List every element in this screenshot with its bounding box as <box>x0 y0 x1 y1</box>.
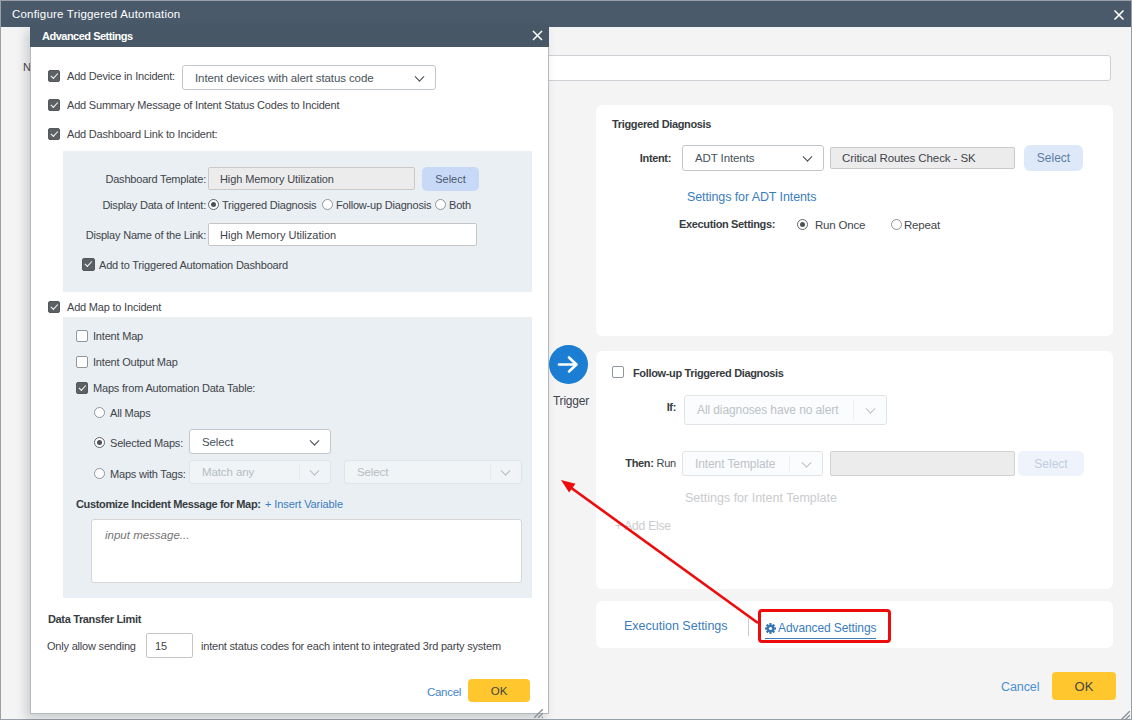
add-map-checkbox[interactable] <box>48 301 60 313</box>
chevron-down-icon <box>803 152 813 162</box>
add-device-label: Add Device in Incident: <box>67 70 175 82</box>
triggered-diagnosis-card: Triggered Diagnosis Intent: ADT Intents … <box>596 105 1113 336</box>
limit-suffix-label: intent status codes for each intent to i… <box>201 640 501 652</box>
all-maps-label: All Maps <box>110 407 151 419</box>
intent-map-checkbox[interactable] <box>76 330 88 342</box>
triggered-diagnosis-heading: Triggered Diagnosis <box>612 118 711 130</box>
intent-type-dropdown[interactable]: ADT Intents <box>682 145 824 171</box>
display-data-triggered-label: Triggered Diagnosis <box>222 199 316 211</box>
add-map-label: Add Map to Incident <box>67 301 161 313</box>
dialog-ok-button[interactable]: OK <box>468 679 530 702</box>
selected-maps-dropdown[interactable]: Select <box>189 429 331 454</box>
annotation-arrow <box>553 473 768 628</box>
dashboard-template-select-button[interactable]: Select <box>422 167 479 191</box>
display-data-label: Display Data of Intent: <box>102 199 206 211</box>
selected-maps-radio[interactable] <box>94 437 105 448</box>
then-run-label: Run <box>656 457 676 469</box>
display-data-followup-label: Follow-up Diagnosis <box>336 199 431 211</box>
dashboard-template-field: High Memory Utilization <box>208 167 415 190</box>
display-data-both-radio[interactable] <box>435 199 446 210</box>
all-maps-radio[interactable] <box>94 407 105 418</box>
if-label: If: <box>667 401 676 413</box>
if-condition-dropdown[interactable]: All diagnoses have no alert <box>684 395 887 425</box>
dialog-close-icon[interactable] <box>532 30 543 41</box>
chevron-down-icon <box>310 466 320 476</box>
limit-value-input[interactable] <box>146 633 193 658</box>
dialog-resize-grip[interactable] <box>534 704 543 713</box>
add-to-dashboard-checkbox[interactable] <box>82 258 95 271</box>
dashboard-link-panel: Dashboard Template: High Memory Utilizat… <box>63 151 532 292</box>
tags-select-dropdown[interactable]: Select <box>344 460 522 484</box>
dialog-cancel-link[interactable]: Cancel <box>427 686 461 698</box>
incident-message-textarea[interactable] <box>91 519 522 583</box>
main-titlebar: Configure Triggered Automation <box>1 1 1131 27</box>
add-device-checkbox[interactable] <box>48 70 60 82</box>
add-dashboard-link-checkbox[interactable] <box>48 128 60 140</box>
selected-maps-label: Selected Maps: <box>110 437 183 449</box>
intent-output-map-checkbox[interactable] <box>76 356 88 368</box>
run-once-label: Run Once <box>815 219 865 231</box>
settings-for-adt-intents-link[interactable]: Settings for ADT Intents <box>687 190 816 204</box>
display-data-triggered-radio[interactable] <box>208 199 219 210</box>
intent-label: Intent: <box>640 152 671 164</box>
run-once-radio[interactable] <box>797 219 808 230</box>
execution-settings-label: Execution Settings: <box>679 218 775 230</box>
chevron-down-icon <box>415 71 425 81</box>
followup-checkbox[interactable] <box>612 366 624 378</box>
limit-prefix-label: Only allow sending <box>47 640 136 652</box>
trigger-button[interactable] <box>549 345 588 384</box>
device-option-dropdown[interactable]: Intent devices with alert status code <box>182 65 436 90</box>
add-to-dashboard-label: Add to Triggered Automation Dashboard <box>99 259 288 271</box>
repeat-label: Repeat <box>904 219 940 231</box>
trigger-label: Trigger <box>547 394 595 408</box>
intent-select-button[interactable]: Select <box>1024 145 1083 171</box>
resize-grip[interactable] <box>1121 706 1130 715</box>
maps-with-tags-label: Maps with Tags: <box>110 468 186 480</box>
maps-with-tags-radio[interactable] <box>94 468 105 479</box>
maps-from-adt-checkbox[interactable] <box>76 382 88 394</box>
display-data-both-label: Both <box>449 199 471 211</box>
customize-message-label: Customize Incident Message for Map: <box>76 498 261 510</box>
dialog-title: Advanced Settings <box>42 25 133 47</box>
intent-map-label: Intent Map <box>93 330 143 342</box>
chevron-down-icon <box>866 404 876 414</box>
chevron-down-icon <box>310 435 320 445</box>
annotation-highlight-box <box>758 609 891 643</box>
intent-name-field: Critical Routes Check - SK <box>830 147 1015 169</box>
main-window: Configure Triggered Automation Name: Tri… <box>0 0 1132 720</box>
display-name-input[interactable] <box>208 223 477 246</box>
display-name-label: Display Name of the Link: <box>86 229 206 241</box>
add-dashboard-link-label: Add Dashboard Link to Incident: <box>67 128 217 140</box>
insert-variable-link[interactable]: + Insert Variable <box>265 498 343 510</box>
add-summary-label: Add Summary Message of Intent Status Cod… <box>67 99 339 111</box>
intent-output-map-label: Intent Output Map <box>93 356 178 368</box>
main-cancel-link[interactable]: Cancel <box>1001 680 1039 694</box>
map-panel: Intent Map Intent Output Map Maps from A… <box>63 317 532 598</box>
data-transfer-limit-heading: Data Transfer Limit <box>48 613 141 625</box>
then-select-button[interactable]: Select <box>1018 451 1084 476</box>
repeat-radio[interactable] <box>891 219 902 230</box>
advanced-settings-dialog: Advanced Settings Add Device in Incident… <box>30 25 549 714</box>
window-title: Configure Triggered Automation <box>12 1 180 27</box>
dashboard-template-label: Dashboard Template: <box>105 173 206 185</box>
chevron-down-icon <box>501 466 511 476</box>
window-close-icon[interactable] <box>1113 9 1125 21</box>
chevron-down-icon <box>802 457 812 467</box>
arrow-right-icon <box>549 345 588 384</box>
dialog-titlebar: Advanced Settings <box>30 25 549 47</box>
display-data-followup-radio[interactable] <box>322 199 333 210</box>
add-summary-checkbox[interactable] <box>48 99 60 111</box>
match-mode-dropdown[interactable]: Match any <box>189 460 331 484</box>
then-label: Then: <box>625 457 653 469</box>
followup-heading: Follow-up Triggered Diagnosis <box>633 367 784 379</box>
maps-from-adt-label: Maps from Automation Data Table: <box>93 382 255 394</box>
then-template-field <box>830 451 1015 476</box>
main-ok-button[interactable]: OK <box>1052 672 1116 700</box>
